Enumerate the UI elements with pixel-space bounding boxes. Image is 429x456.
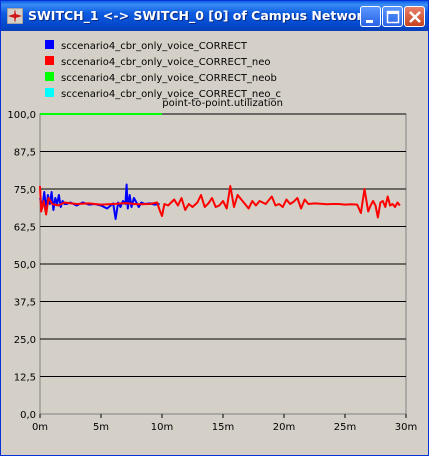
chart-subtitle: point-to-point.utilization <box>162 98 283 109</box>
window-title: SWITCH_1 <-> SWITCH_0 [0] of Campus Netw… <box>28 8 391 23</box>
minimize-icon <box>366 20 373 23</box>
close-icon <box>409 11 421 23</box>
chart-area: sccenario4_cbr_only_voice_CORRECTsccenar… <box>4 31 424 452</box>
legend-label: sccenario4_cbr_only_voice_CORRECT <box>61 41 248 52</box>
y-tick-label: 0,0 <box>20 410 36 421</box>
x-tick-label: 5m <box>93 422 109 433</box>
app-icon <box>7 8 23 24</box>
x-tick-label: 20m <box>273 422 295 433</box>
y-tick-label: 100,0 <box>7 110 36 121</box>
x-tick-label: 15m <box>212 422 234 433</box>
legend: sccenario4_cbr_only_voice_CORRECTsccenar… <box>45 40 281 100</box>
maximize-icon <box>386 10 400 24</box>
y-tick-label: 25,0 <box>14 335 36 346</box>
y-tick-label: 50,0 <box>14 260 36 271</box>
title-bar[interactable]: SWITCH_1 <-> SWITCH_0 [0] of Campus Netw… <box>1 1 428 31</box>
x-tick-label: 0m <box>32 422 48 433</box>
x-tick-label: 30m <box>395 422 417 433</box>
minimize-button[interactable] <box>360 6 381 27</box>
y-tick-label: 62,5 <box>14 223 36 234</box>
y-axis: 0,0 12,5 25,0 37,5 50,0 62,5 75,0 87,5 100,0 <box>7 110 36 421</box>
x-tick-label: 25m <box>334 422 356 433</box>
legend-label: sccenario4_cbr_only_voice_CORRECT_neob <box>61 73 277 84</box>
y-tick-label: 75,0 <box>14 185 36 196</box>
chart-window: SWITCH_1 <-> SWITCH_0 [0] of Campus Netw… <box>0 0 429 456</box>
legend-swatch <box>45 72 54 81</box>
legend-swatch <box>45 56 54 65</box>
y-tick-label: 37,5 <box>14 298 36 309</box>
utilization-chart: sccenario4_cbr_only_voice_CORRECTsccenar… <box>7 40 417 433</box>
y-tick-label: 87,5 <box>14 148 36 159</box>
x-axis: 0m 5m 10m 15m 20m 25m 30m <box>32 414 417 433</box>
legend-swatch <box>45 88 54 97</box>
close-button[interactable] <box>404 6 425 27</box>
maximize-button[interactable] <box>382 6 403 27</box>
x-tick-label: 10m <box>151 422 173 433</box>
legend-swatch <box>45 40 54 49</box>
y-tick-label: 12,5 <box>14 373 36 384</box>
legend-label: sccenario4_cbr_only_voice_CORRECT_neo <box>61 57 271 68</box>
